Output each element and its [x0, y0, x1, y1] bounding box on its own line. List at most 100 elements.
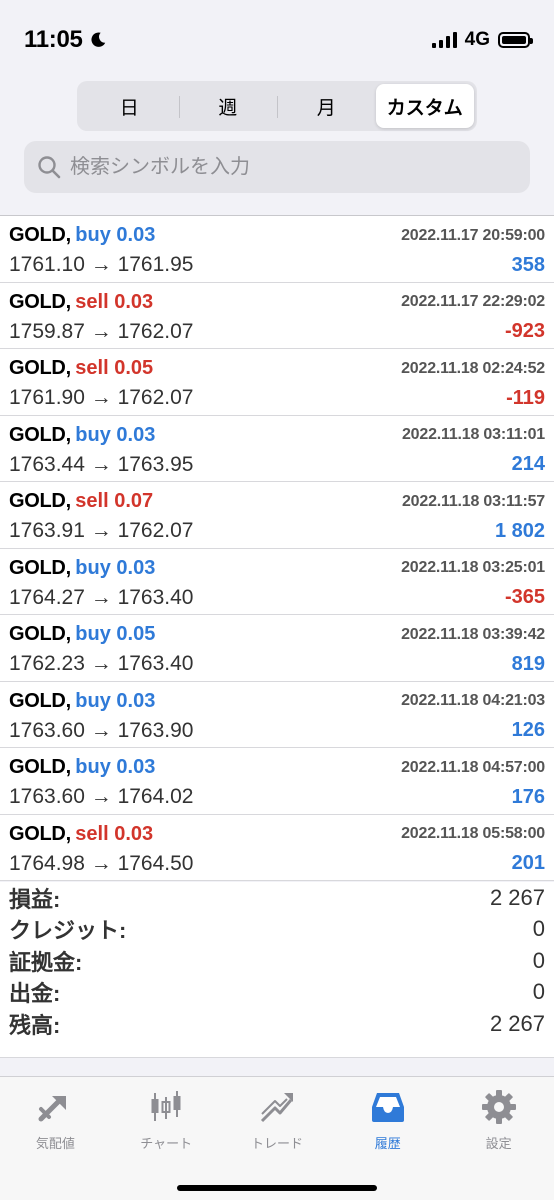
trade-timestamp: 2022.11.18 03:39:42: [401, 625, 545, 643]
trade-row-details: 1763.60 → 1764.02 176: [9, 785, 545, 809]
trade-row[interactable]: GOLD, buy 0.05 2022.11.18 03:39:42 1762.…: [0, 615, 554, 682]
trade-prices: 1764.98 → 1764.50: [9, 851, 194, 875]
trade-timestamp: 2022.11.18 03:25:01: [401, 559, 545, 576]
trade-symbol: GOLD,: [9, 224, 71, 246]
trade-symbol: GOLD,: [9, 357, 71, 379]
chart-candles-icon: [151, 1091, 181, 1121]
trade-prices: 1759.87 → 1762.07: [9, 319, 194, 343]
home-indicator: [177, 1185, 377, 1191]
summary-profit-label: 損益:: [9, 886, 61, 912]
trade-title: GOLD, buy 0.05: [9, 623, 155, 646]
battery-icon: [498, 32, 533, 48]
summary-withdrawal-value: 0: [532, 979, 545, 1005]
trade-profit: 358: [511, 253, 545, 276]
trade-direction: sell 0.03: [75, 822, 154, 845]
summary-balance-value: 2 267: [489, 1010, 545, 1036]
tab-history[interactable]: 履歴: [332, 1077, 443, 1200]
status-time-group: 11:05: [24, 26, 107, 54]
trade-symbol: GOLD,: [9, 290, 71, 313]
trade-profit: 819: [511, 652, 545, 675]
summary-margin-row: 証拠金: 0: [0, 945, 554, 977]
trade-direction: sell 0.03: [75, 290, 154, 313]
trade-prices: 1764.27 → 1763.40: [9, 585, 194, 609]
trade-prices: 1763.60 → 1764.02: [9, 785, 194, 808]
trade-profit: 214: [511, 453, 545, 475]
trade-prices: 1762.23 → 1763.40: [9, 652, 194, 675]
trade-profit: -365: [504, 586, 545, 608]
trade-profit: -923: [504, 320, 545, 342]
trade-title: GOLD, buy 0.03: [9, 557, 155, 580]
trade-profit: 1 802: [494, 519, 545, 542]
trade-row-details: 1759.87 → 1762.07 -923: [9, 320, 545, 344]
trade-title: GOLD, buy 0.03: [9, 690, 155, 713]
tab-quotes-label: 気配値: [35, 1136, 75, 1151]
trade-row[interactable]: GOLD, sell 0.07 2022.11.18 03:11:57 1763…: [0, 482, 554, 549]
trade-timestamp: 2022.11.18 03:11:01: [401, 426, 545, 443]
tab-settings[interactable]: 設定: [443, 1077, 554, 1200]
trade-row-header: GOLD, sell 0.05 2022.11.18 02:24:52: [9, 357, 545, 380]
tab-quotes[interactable]: 気配値: [0, 1077, 111, 1200]
search-input[interactable]: [70, 155, 490, 179]
status-bar: 11:05 4G: [0, 0, 554, 80]
period-segmented-control: 日 週 月 カスタム: [77, 81, 477, 131]
trade-title: GOLD, sell 0.05: [9, 357, 153, 380]
trade-direction: buy 0.05: [75, 623, 156, 645]
trade-row-details: 1764.27 → 1763.40 -365: [9, 586, 545, 610]
trade-row-header: GOLD, sell 0.07 2022.11.18 03:11:57: [9, 490, 545, 513]
trade-direction: buy 0.03: [75, 556, 156, 579]
trade-profit: 201: [511, 852, 545, 874]
quotes-icon: [38, 1096, 67, 1122]
trade-row-details: 1763.44 → 1763.95 214: [9, 453, 545, 477]
tab-settings-label: 設定: [485, 1136, 512, 1151]
network-type: 4G: [464, 29, 490, 50]
trade-row-header: GOLD, buy 0.05 2022.11.18 03:39:42: [9, 623, 545, 646]
segment-day[interactable]: 日: [80, 84, 179, 128]
account-summary: 損益: 2 267 クレジット: 0 証拠金: 0 出金: 0 残高: 2 26…: [0, 882, 554, 1058]
summary-credit-row: クレジット: 0: [0, 914, 554, 946]
trade-symbol: GOLD,: [9, 822, 71, 845]
trade-row-details: 1764.98 → 1764.50 201: [9, 852, 545, 876]
trade-direction: buy 0.03: [75, 224, 156, 246]
trade-row[interactable]: GOLD, buy 0.03 2022.11.18 04:21:03 1763.…: [0, 682, 554, 748]
trade-row[interactable]: GOLD, sell 0.03 2022.11.17 22:29:02 1759…: [0, 283, 554, 349]
trade-prices: 1763.60 → 1763.90: [9, 718, 194, 742]
segment-week[interactable]: 週: [178, 84, 278, 128]
trade-title: GOLD, buy 0.03: [9, 424, 155, 447]
trade-row[interactable]: GOLD, buy 0.03 2022.11.17 20:59:00 1761.…: [0, 216, 554, 283]
trade-row[interactable]: GOLD, sell 0.05 2022.11.18 02:24:52 1761…: [0, 349, 554, 416]
trade-prices: 1763.44 → 1763.95: [9, 452, 194, 476]
status-time: 11:05: [24, 26, 83, 53]
tab-chart[interactable]: チャート: [111, 1077, 222, 1200]
trade-row-details: 1763.91 → 1762.07 1 802: [9, 519, 545, 543]
trade-row[interactable]: GOLD, buy 0.03 2022.11.18 04:57:00 1763.…: [0, 748, 554, 815]
trade-row[interactable]: GOLD, buy 0.03 2022.11.18 03:11:01 1763.…: [0, 416, 554, 482]
trade-row-header: GOLD, sell 0.03 2022.11.18 05:58:00: [9, 823, 545, 846]
trade-history-list: GOLD, buy 0.03 2022.11.17 20:59:00 1761.…: [0, 215, 554, 881]
trade-prices: 1761.10 → 1761.95: [9, 253, 194, 276]
summary-margin-value: 0: [532, 947, 545, 973]
trade-row[interactable]: GOLD, sell 0.03 2022.11.18 05:58:00 1764…: [0, 815, 554, 881]
summary-margin-label: 証拠金:: [9, 949, 83, 975]
trade-profit: -119: [506, 386, 545, 409]
moon-icon: [91, 32, 105, 47]
trade-direction: buy 0.03: [75, 689, 156, 712]
summary-credit-label: クレジット:: [9, 918, 127, 944]
trade-timestamp: 2022.11.18 05:58:00: [401, 825, 545, 842]
trade-timestamp: 2022.11.18 02:24:52: [401, 359, 545, 377]
trade-symbol: GOLD,: [9, 556, 71, 579]
trade-row-details: 1762.23 → 1763.40 819: [9, 652, 545, 676]
trade-timestamp: 2022.11.18 03:11:57: [401, 492, 545, 510]
tab-trade[interactable]: トレード: [222, 1077, 333, 1200]
segment-custom[interactable]: カスタム: [375, 84, 474, 128]
search-icon: [38, 156, 61, 179]
history-inbox-icon: [371, 1093, 404, 1122]
segment-month[interactable]: 月: [277, 84, 376, 128]
trade-symbol: GOLD,: [9, 756, 71, 778]
trade-row[interactable]: GOLD, buy 0.03 2022.11.18 03:25:01 1764.…: [0, 549, 554, 615]
search-bar[interactable]: [24, 141, 530, 193]
trade-row-header: GOLD, buy 0.03 2022.11.18 03:25:01: [9, 557, 545, 580]
trade-timestamp: 2022.11.18 04:57:00: [401, 758, 545, 776]
trade-profit: 126: [511, 719, 545, 741]
trade-direction: sell 0.07: [75, 490, 154, 512]
trade-direction: buy 0.03: [75, 423, 156, 446]
